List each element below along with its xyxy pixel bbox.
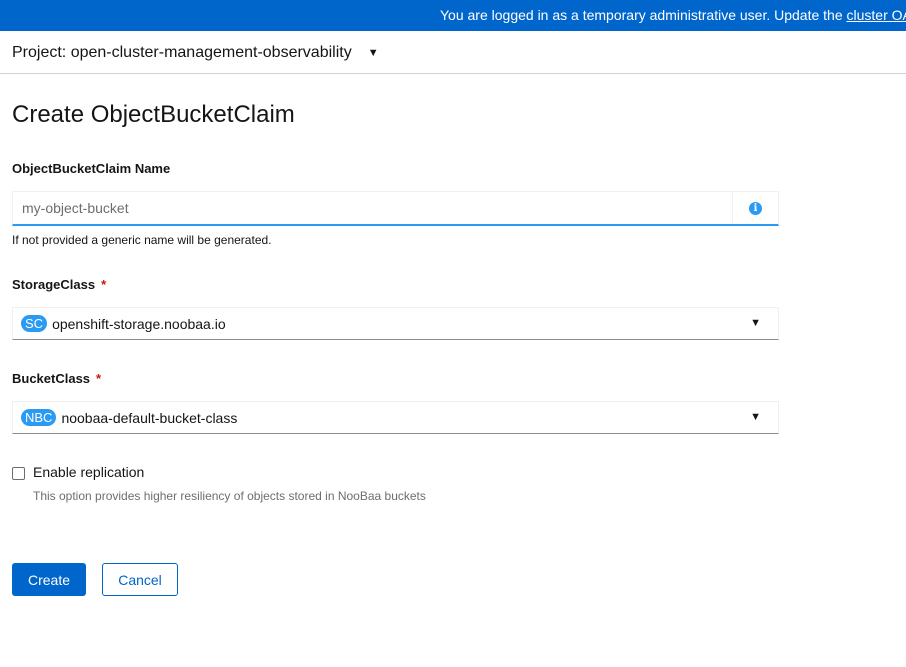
- bucket-class-label: BucketClass *: [12, 371, 101, 387]
- obc-name-info-button[interactable]: i: [732, 192, 778, 224]
- caret-down-icon: ▼: [750, 317, 761, 329]
- info-circle-icon: i: [749, 201, 762, 215]
- enable-replication-description: This option provides higher resiliency o…: [33, 489, 426, 503]
- storage-class-label: StorageClass *: [12, 277, 106, 293]
- project-selector[interactable]: Project: open-cluster-management-observa…: [12, 43, 379, 63]
- bucket-class-label-text: BucketClass: [12, 371, 91, 386]
- storage-class-label-text: StorageClass: [12, 277, 96, 292]
- banner-text: You are logged in as a temporary adminis…: [440, 7, 843, 23]
- bucket-class-badge: NBC: [21, 409, 57, 426]
- storage-class-value: openshift-storage.noobaa.io: [52, 315, 226, 332]
- enable-replication-label[interactable]: Enable replication: [33, 464, 144, 480]
- project-label: Project: open-cluster-management-observa…: [12, 44, 352, 61]
- required-marker: *: [96, 371, 102, 386]
- cluster-oauth-link[interactable]: cluster OA: [847, 7, 906, 23]
- create-button[interactable]: Create: [12, 563, 86, 596]
- admin-banner: You are logged in as a temporary adminis…: [0, 0, 906, 31]
- cancel-button[interactable]: Cancel: [102, 563, 178, 596]
- page-title: Create ObjectBucketClaim: [12, 101, 295, 128]
- storage-class-badge: SC: [21, 315, 48, 332]
- storage-class-dropdown[interactable]: SC openshift-storage.noobaa.io ▼: [12, 307, 779, 340]
- enable-replication-checkbox[interactable]: [12, 467, 25, 480]
- project-bar: Project: open-cluster-management-observa…: [0, 31, 906, 74]
- obc-name-input-group: i: [12, 191, 779, 226]
- obc-name-label: ObjectBucketClaim Name: [12, 161, 171, 176]
- bucket-class-dropdown[interactable]: NBC noobaa-default-bucket-class ▼: [12, 401, 779, 434]
- obc-name-input[interactable]: [13, 192, 732, 224]
- caret-down-icon: ▼: [367, 47, 379, 59]
- caret-down-icon: ▼: [750, 411, 761, 423]
- required-marker: *: [101, 277, 107, 292]
- obc-name-helper-text: If not provided a generic name will be g…: [12, 233, 272, 247]
- bucket-class-value: noobaa-default-bucket-class: [61, 409, 238, 426]
